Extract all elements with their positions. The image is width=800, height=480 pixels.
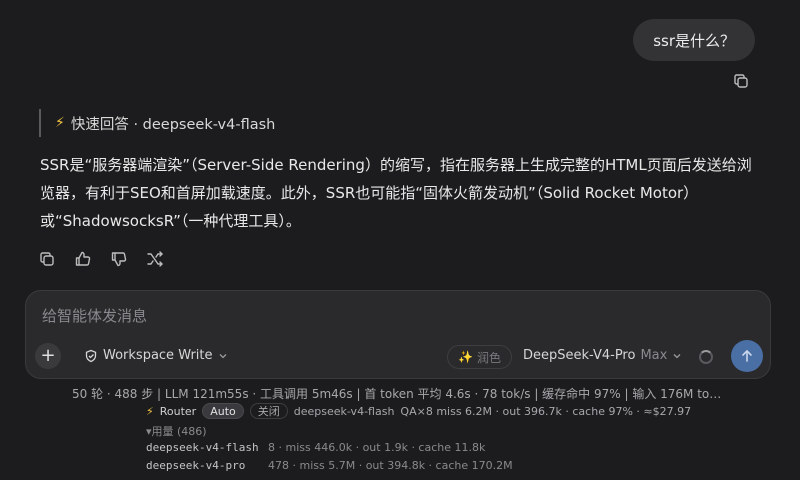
sparkle-icon: ✨ (458, 350, 473, 364)
router-label: Router (159, 404, 197, 418)
router-auto-toggle[interactable]: Auto (202, 403, 244, 419)
usage-toggle[interactable]: ▾用量 (486) (146, 423, 207, 439)
usage-row: deepseek-v4-pro 478 · miss 5.7M · out 39… (146, 459, 513, 472)
router-status: ⚡ Router Auto 关闭 deepseek-v4-flash QA×8 … (146, 403, 691, 419)
thumbs-up-icon[interactable] (74, 250, 92, 268)
workspace-mode-dropdown[interactable]: Workspace Write (84, 348, 228, 363)
usage-stats: 478 · miss 5.7M · out 394.8k · cache 170… (268, 459, 513, 472)
message-input[interactable]: 给智能体发消息 (42, 305, 147, 326)
polish-button[interactable]: ✨ 润色 (447, 345, 512, 369)
lightning-icon: ⚡ (146, 404, 154, 418)
chevron-down-icon (672, 351, 682, 361)
user-message-bubble: ssr是什么？ (633, 19, 755, 61)
message-composer: 给智能体发消息 + Workspace Write ✨ 润色 DeepSeek-… (25, 290, 771, 379)
chevron-down-icon (218, 351, 228, 361)
assistant-answer: SSR是“服务器端渲染”（Server-Side Rendering）的缩写，指… (40, 156, 752, 230)
model-name: DeepSeek-V4-Pro (523, 348, 636, 363)
plus-icon: + (40, 345, 56, 366)
arrow-up-icon (740, 349, 754, 363)
add-attachment-button[interactable]: + (35, 343, 61, 369)
loading-spinner-icon (699, 350, 713, 364)
usage-model: deepseek-v4-flash (146, 441, 259, 454)
assistant-header-label: 快速回答 · deepseek-v4-flash (70, 116, 276, 133)
session-stats: 50 轮 · 488 步 | LLM 121m55s · 工具调用 5m46s … (72, 387, 722, 401)
usage-model: deepseek-v4-pro (146, 459, 246, 472)
router-details: QA×8 miss 6.2M · out 396.7k · cache 97% … (400, 404, 692, 418)
model-selector[interactable]: DeepSeek-V4-Pro Max (523, 348, 682, 363)
model-tier: Max (640, 348, 668, 363)
lightning-icon: ⚡ (55, 115, 65, 131)
send-button[interactable] (731, 340, 763, 372)
polish-label: 润色 (476, 350, 501, 365)
regenerate-icon[interactable] (146, 250, 164, 268)
router-model: deepseek-v4-flash (293, 404, 395, 418)
thumbs-down-icon[interactable] (110, 250, 128, 268)
usage-stats: 8 · miss 446.0k · out 1.9k · cache 11.8k (268, 441, 486, 454)
router-off-toggle[interactable]: 关闭 (249, 403, 288, 419)
usage-row: deepseek-v4-flash 8 · miss 446.0k · out … (146, 441, 485, 454)
copy-icon[interactable] (732, 72, 750, 90)
assistant-header: ⚡ 快速回答 · deepseek-v4-flash (39, 109, 275, 137)
workspace-mode-label: Workspace Write (103, 348, 213, 363)
copy-icon[interactable] (38, 250, 56, 268)
message-actions (38, 250, 164, 268)
user-message-text: ssr是什么？ (653, 31, 735, 50)
shield-icon (84, 349, 98, 363)
